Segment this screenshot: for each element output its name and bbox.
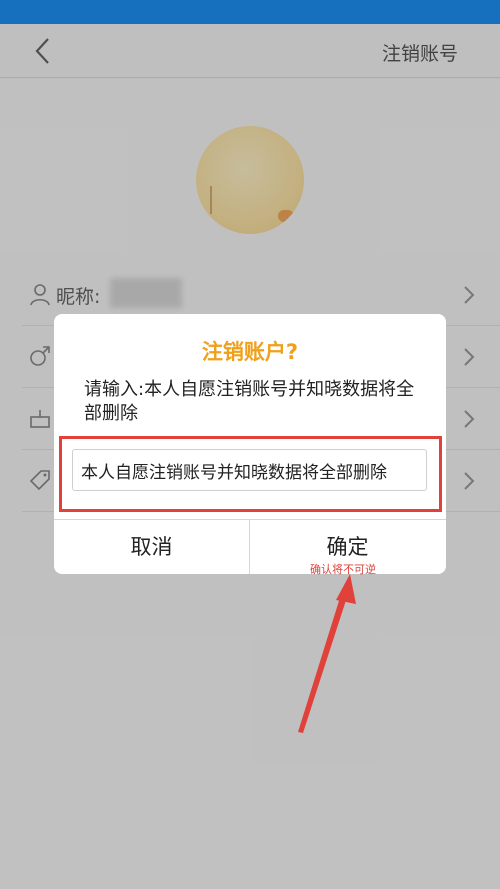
delete-account-dialog: 注销账户? 请输入:本人自愿注销账号并知晓数据将全部删除 取消 确定 [54,314,446,574]
confirmation-input[interactable] [72,449,427,491]
dialog-message: 请输入:本人自愿注销账号并知晓数据将全部删除 [84,379,415,424]
annotation-label: 确认将不可逆 [310,563,376,576]
dialog-title: 注销账户? [201,340,299,364]
cancel-button[interactable]: 取消 [54,520,249,574]
